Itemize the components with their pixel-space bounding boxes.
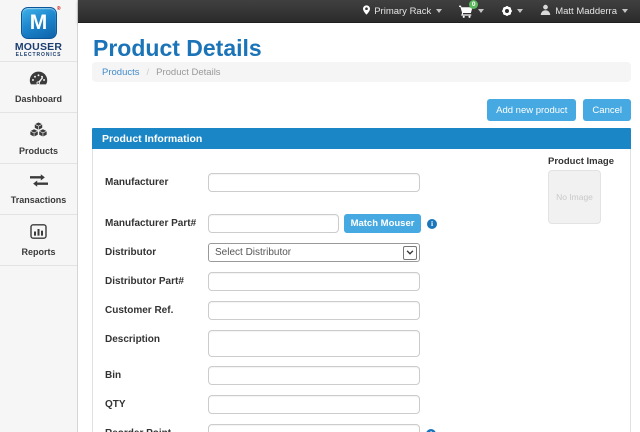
add-new-product-button[interactable]: Add new product xyxy=(487,99,576,121)
breadcrumb-current: Product Details xyxy=(156,67,220,78)
sidebar-item-label: Reports xyxy=(21,247,55,257)
bar-chart-icon xyxy=(30,224,47,244)
logo-subtitle: ELECTRONICS xyxy=(16,52,62,58)
exchange-icon xyxy=(30,174,48,192)
description-textarea[interactable] xyxy=(208,330,420,357)
sidebar-item-reports[interactable]: Reports xyxy=(0,214,77,266)
user-name: Matt Madderra xyxy=(555,6,617,17)
gear-icon xyxy=(501,6,512,17)
page-title: Product Details xyxy=(93,36,640,60)
manufacturer-label: Manufacturer xyxy=(105,173,208,192)
qty-label: QTY xyxy=(105,395,208,414)
user-dropdown[interactable]: Matt Madderra xyxy=(540,4,628,18)
distributor-label: Distributor xyxy=(105,243,208,262)
topbar: Primary Rack 0 xyxy=(78,0,640,23)
sidebar-item-label: Dashboard xyxy=(15,94,62,104)
sidebar-item-dashboard[interactable]: Dashboard xyxy=(0,61,77,112)
select-chevron-icon xyxy=(403,246,417,260)
form-row-customer-ref: Customer Ref. xyxy=(105,301,630,320)
manufacturer-part-input[interactable] xyxy=(208,214,339,233)
sidebar-item-transactions[interactable]: Transactions xyxy=(0,163,77,214)
cubes-icon xyxy=(29,121,48,143)
cart-count-badge: 0 xyxy=(469,0,478,9)
panel-header: Product Information xyxy=(92,128,631,149)
info-icon[interactable]: i xyxy=(427,219,437,229)
manufacturer-part-label: Manufacturer Part# xyxy=(105,214,208,233)
form-row-bin: Bin xyxy=(105,366,630,385)
reorder-point-input[interactable] xyxy=(208,424,420,432)
breadcrumb-separator: / xyxy=(147,67,150,78)
distributor-select[interactable]: Select Distributor xyxy=(208,243,420,262)
match-mouser-button[interactable]: Match Mouser xyxy=(344,214,421,233)
product-image-placeholder: No Image xyxy=(548,170,601,224)
qty-input[interactable] xyxy=(208,395,420,414)
description-label: Description xyxy=(105,330,208,357)
form-row-distributor-part: Distributor Part# xyxy=(105,272,630,291)
user-icon xyxy=(540,4,551,18)
chevron-down-icon xyxy=(478,9,484,13)
product-information-panel: Product Information Manufacturer Manufac… xyxy=(92,128,631,432)
sidebar-item-label: Products xyxy=(19,146,58,156)
sidebar-item-label: Transactions xyxy=(11,195,67,205)
breadcrumb-link-products[interactable]: Products xyxy=(102,67,140,78)
mouser-logo[interactable]: M ® MOUSER ELECTRONICS xyxy=(0,0,77,61)
manufacturer-input[interactable] xyxy=(208,173,420,192)
cart-dropdown[interactable]: 0 xyxy=(459,5,484,18)
form-row-description: Description xyxy=(105,330,630,357)
bin-input[interactable] xyxy=(208,366,420,385)
bin-label: Bin xyxy=(105,366,208,385)
cart-icon: 0 xyxy=(459,5,473,18)
distributor-part-input[interactable] xyxy=(208,272,420,291)
sidebar: M ® MOUSER ELECTRONICS Dashboard xyxy=(0,0,78,432)
distributor-selected-value: Select Distributor xyxy=(215,247,291,258)
product-image-label: Product Image xyxy=(548,156,601,167)
chevron-down-icon xyxy=(622,9,628,13)
map-pin-icon xyxy=(363,5,370,18)
breadcrumb: Products / Product Details xyxy=(92,62,631,82)
page-actions: Add new product Cancel xyxy=(78,99,631,121)
customer-ref-input[interactable] xyxy=(208,301,420,320)
location-label: Primary Rack xyxy=(374,6,431,17)
logo-monogram: M xyxy=(30,11,48,35)
sidebar-item-products[interactable]: Products xyxy=(0,112,77,163)
registered-mark: ® xyxy=(57,6,61,12)
app-window: M ® MOUSER ELECTRONICS Dashboard xyxy=(0,0,640,432)
product-image-section: Product Image No Image xyxy=(548,156,601,224)
main-content: Product Details Products / Product Detai… xyxy=(78,23,640,432)
chevron-down-icon xyxy=(436,9,442,13)
customer-ref-label: Customer Ref. xyxy=(105,301,208,320)
form-row-qty: QTY xyxy=(105,395,630,414)
location-dropdown[interactable]: Primary Rack xyxy=(363,5,442,18)
chevron-down-icon xyxy=(517,9,523,13)
gauge-icon xyxy=(29,70,48,91)
settings-dropdown[interactable] xyxy=(501,6,523,17)
panel-body: Manufacturer Manufacturer Part# Match Mo… xyxy=(92,149,631,432)
form-row-reorder-point: Reorder Point i xyxy=(105,424,630,432)
cancel-button[interactable]: Cancel xyxy=(583,99,631,121)
form-row-distributor: Distributor Select Distributor xyxy=(105,243,630,262)
reorder-point-label: Reorder Point xyxy=(105,424,208,432)
mouser-logo-mark: M ® xyxy=(21,7,57,39)
distributor-part-label: Distributor Part# xyxy=(105,272,208,291)
